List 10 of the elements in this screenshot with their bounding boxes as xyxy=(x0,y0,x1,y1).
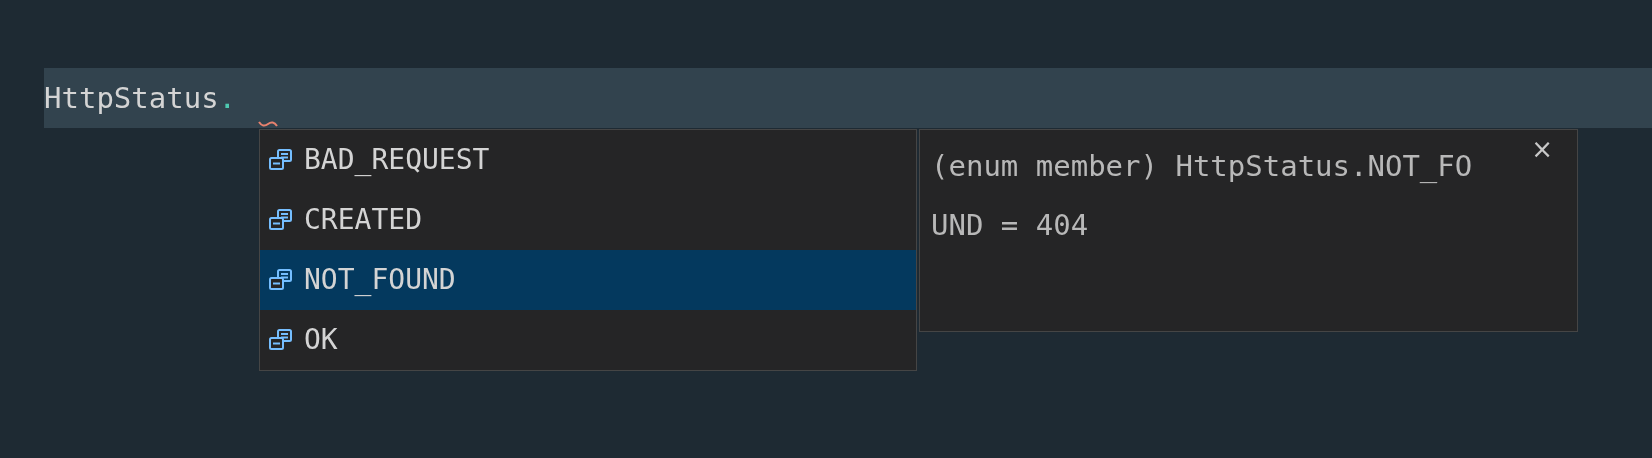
enum-member-icon xyxy=(268,268,294,292)
suggestion-item[interactable]: NOT_FOUND xyxy=(260,250,916,310)
hover-detail-text: (enum member) HttpStatus.NOT_FO xyxy=(931,152,1474,181)
code-punctuation: . xyxy=(218,83,237,113)
enum-member-icon xyxy=(268,328,294,352)
enum-member-icon xyxy=(268,208,294,232)
hover-detail-text: UND = 404 xyxy=(931,211,1090,240)
close-button[interactable]: × xyxy=(1531,136,1553,162)
enum-member-icon xyxy=(268,148,294,172)
code-identifier: HttpStatus xyxy=(44,83,219,113)
